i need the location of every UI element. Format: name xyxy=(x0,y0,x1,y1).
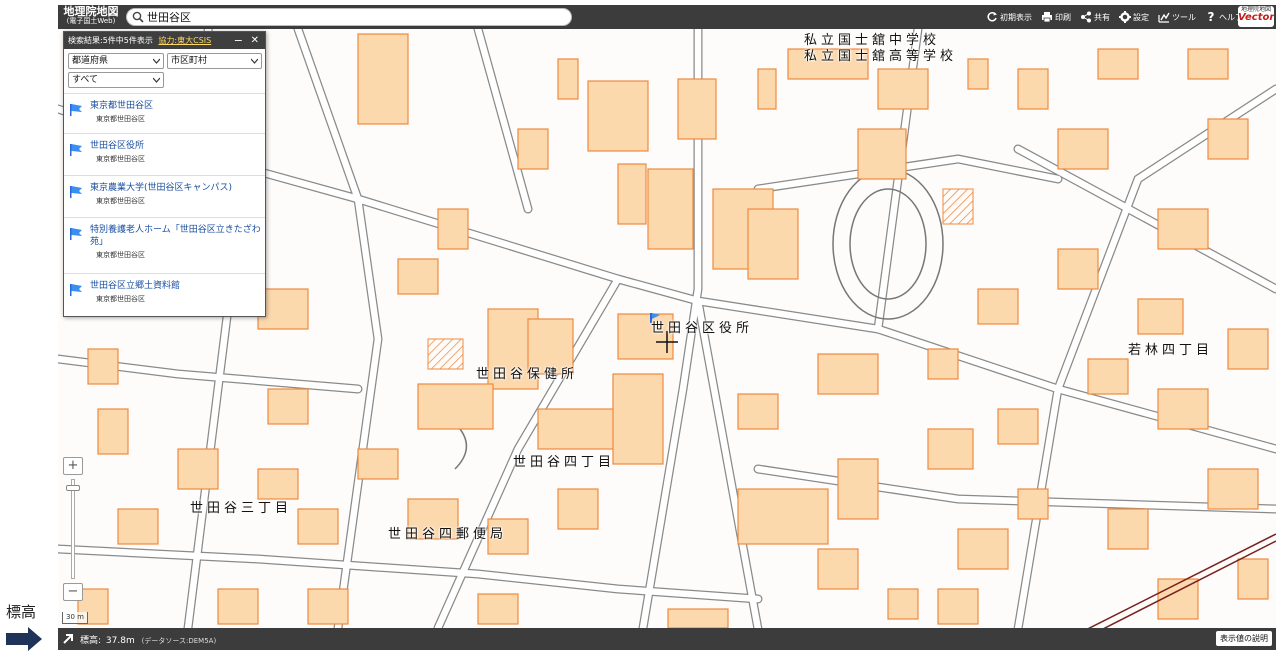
close-icon[interactable]: ✕ xyxy=(251,32,259,49)
search-results-panel: 検索結果:5件中5件表示 協力:東大CSIS − ✕ 都道府県 市区町村 すべて… xyxy=(63,31,266,317)
scale-bar: 30 m xyxy=(62,612,88,624)
result-address: 東京都世田谷区 xyxy=(96,295,145,303)
help-icon: ? xyxy=(1207,10,1215,24)
result-name: 特別養護老人ホーム「世田谷区立きたざわ苑」 xyxy=(90,225,261,247)
header-bar: 地理院地図 (電子国土Web) 初期表示 印刷 共有 xyxy=(58,5,1276,29)
settings-label: 設定 xyxy=(1133,12,1149,22)
vector-badge-label: Vector xyxy=(1238,12,1275,23)
zoom-out-button[interactable]: − xyxy=(63,583,83,601)
tool-icon xyxy=(1158,12,1170,23)
zoom-control: + − xyxy=(63,457,83,629)
result-address: 東京都世田谷区 xyxy=(96,197,145,205)
elevation-callout-label: 標高 xyxy=(6,603,37,621)
share-label: 共有 xyxy=(1094,12,1110,22)
footer-bar: 標高: 37.8m (データソース:DEM5A) 表示値の説明 xyxy=(58,628,1276,650)
elevation-value: 37.8m xyxy=(105,636,135,646)
reset-view-label: 初期表示 xyxy=(1000,12,1032,22)
vector-badge[interactable]: 地理院地図 Vector xyxy=(1238,6,1274,27)
result-name: 東京農業大学(世田谷区キャンパス) xyxy=(90,183,233,193)
credit-link[interactable]: 協力:東大CSIS xyxy=(158,36,211,45)
result-item[interactable]: 東京農業大学(世田谷区キャンパス) 東京都世田谷区 xyxy=(64,175,265,217)
result-name: 世田谷区立郷土資料館 xyxy=(90,281,181,291)
flag-icon xyxy=(70,104,82,116)
search-box[interactable] xyxy=(126,8,572,26)
map-label: 私立国士舘高等学校 xyxy=(804,49,958,64)
tools-button[interactable]: ツール xyxy=(1158,11,1196,23)
map-label: 世田谷四郵便局 xyxy=(388,527,508,542)
result-item[interactable]: 世田谷区役所 東京都世田谷区 xyxy=(64,133,265,175)
flag-icon xyxy=(70,186,82,198)
logo-subtitle: (電子国土Web) xyxy=(66,17,116,25)
chevron-down-icon xyxy=(251,58,258,64)
app-window: 私立国士舘中学校 私立国士舘高等学校 世田谷区役所 若林四丁目 世田谷保健所 世… xyxy=(58,5,1276,650)
zoom-slider-handle[interactable] xyxy=(66,485,80,491)
chevron-down-icon xyxy=(153,77,160,83)
refresh-icon xyxy=(987,12,997,22)
zoom-in-button[interactable]: + xyxy=(63,457,83,475)
elevation-source: (データソース:DEM5A) xyxy=(141,637,217,645)
result-name: 世田谷区役所 xyxy=(90,141,145,151)
result-item[interactable]: 東京都世田谷区 東京都世田谷区 xyxy=(64,93,265,133)
minimize-icon[interactable]: − xyxy=(234,32,243,49)
elevation-readout: 標高: 37.8m (データソース:DEM5A) xyxy=(80,633,216,646)
elevation-label: 標高: xyxy=(80,636,102,646)
flag-icon xyxy=(70,144,82,156)
arrow-up-right-icon[interactable] xyxy=(62,633,74,645)
map-label: 世田谷三丁目 xyxy=(190,501,293,516)
chevron-down-icon xyxy=(153,58,160,64)
reset-view-button[interactable]: 初期表示 xyxy=(986,11,1032,23)
city-select-value: 市区町村 xyxy=(171,56,208,66)
print-button[interactable]: 印刷 xyxy=(1041,11,1071,23)
prefecture-select[interactable]: 都道府県 xyxy=(68,53,164,69)
result-address: 東京都世田谷区 xyxy=(96,251,145,259)
results-list: 東京都世田谷区 東京都世田谷区 世田谷区役所 東京都世田谷区 東京農業大学(世田… xyxy=(64,93,265,315)
result-item[interactable]: 世田谷区立郷土資料館 東京都世田谷区 xyxy=(64,273,265,315)
legend-button[interactable]: 表示値の説明 xyxy=(1216,631,1272,646)
panel-header: 検索結果:5件中5件表示 協力:東大CSIS − ✕ xyxy=(64,32,265,49)
toolbar: 初期表示 印刷 共有 設定 ツール ? ヘルプ xyxy=(986,5,1252,29)
flag-icon xyxy=(70,284,82,296)
zoom-slider-track[interactable] xyxy=(71,479,75,579)
prefecture-select-value: 都道府県 xyxy=(72,56,109,66)
settings-button[interactable]: 設定 xyxy=(1119,11,1149,23)
category-select[interactable]: すべて xyxy=(68,72,164,88)
result-address: 東京都世田谷区 xyxy=(96,115,145,123)
app-logo[interactable]: 地理院地図 (電子国土Web) xyxy=(60,5,122,29)
gear-icon xyxy=(1119,11,1131,23)
flag-icon xyxy=(70,228,82,240)
printer-icon xyxy=(1042,12,1052,23)
map-label: 若林四丁目 xyxy=(1128,343,1214,358)
result-address: 東京都世田谷区 xyxy=(96,155,145,163)
share-button[interactable]: 共有 xyxy=(1080,11,1110,23)
tools-label: ツール xyxy=(1172,12,1196,22)
city-select[interactable]: 市区町村 xyxy=(167,53,262,69)
search-input[interactable] xyxy=(147,10,547,24)
result-name: 東京都世田谷区 xyxy=(90,101,154,111)
panel-title: 検索結果:5件中5件表示 xyxy=(68,36,153,45)
map-label: 世田谷四丁目 xyxy=(513,455,616,470)
map-label: 世田谷区役所 xyxy=(651,321,754,336)
print-label: 印刷 xyxy=(1055,12,1071,22)
arrow-right-icon xyxy=(6,627,42,651)
logo-title: 地理院地図 xyxy=(63,5,119,18)
result-item[interactable]: 特別養護老人ホーム「世田谷区立きたざわ苑」 東京都世田谷区 xyxy=(64,217,265,273)
search-icon xyxy=(132,11,144,23)
map-label: 世田谷保健所 xyxy=(476,367,579,382)
category-select-value: すべて xyxy=(72,75,99,85)
share-icon xyxy=(1081,11,1091,23)
